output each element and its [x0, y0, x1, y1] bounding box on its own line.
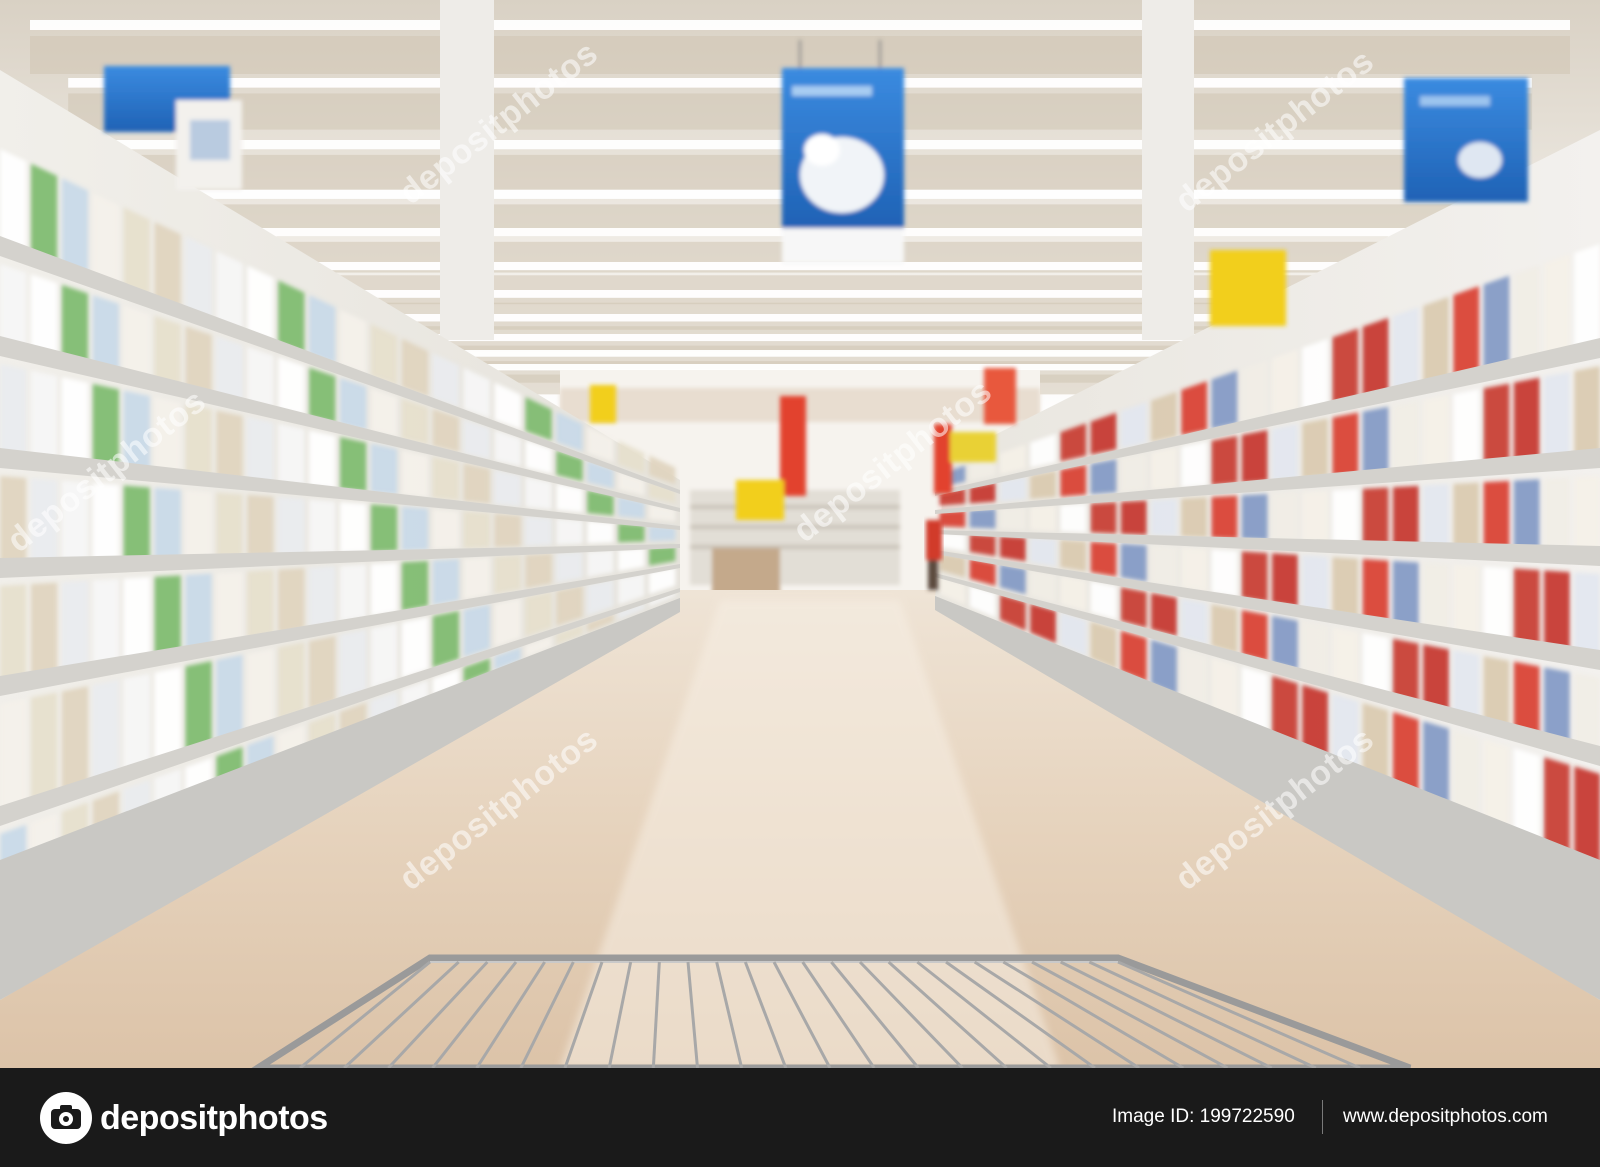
logo-text: depositphotos [100, 1098, 328, 1137]
photo-stage: depositphotos depositphotos depositphoto… [0, 0, 1600, 1167]
depositphotos-logo[interactable]: depositphotos [40, 1090, 328, 1146]
banner-right [1404, 78, 1528, 202]
aisle-photo [0, 0, 1600, 1068]
sign-yellow-right [1210, 250, 1286, 326]
site-url-link[interactable]: www.depositphotos.com [1343, 1106, 1548, 1128]
ceiling-pillar-right [1142, 0, 1194, 340]
image-id-value: 199722590 [1199, 1106, 1295, 1127]
banner-center [782, 40, 904, 264]
image-id-label: Image ID: [1112, 1106, 1195, 1127]
ceiling-pillar-left [440, 0, 494, 340]
back-shelves [690, 490, 900, 600]
footer-divider [1322, 1100, 1323, 1134]
footer-bar: depositphotos Image ID: 199722590 www.de… [0, 1068, 1600, 1167]
image-id: Image ID: 199722590 [1112, 1106, 1295, 1128]
camera-icon [40, 1092, 92, 1144]
